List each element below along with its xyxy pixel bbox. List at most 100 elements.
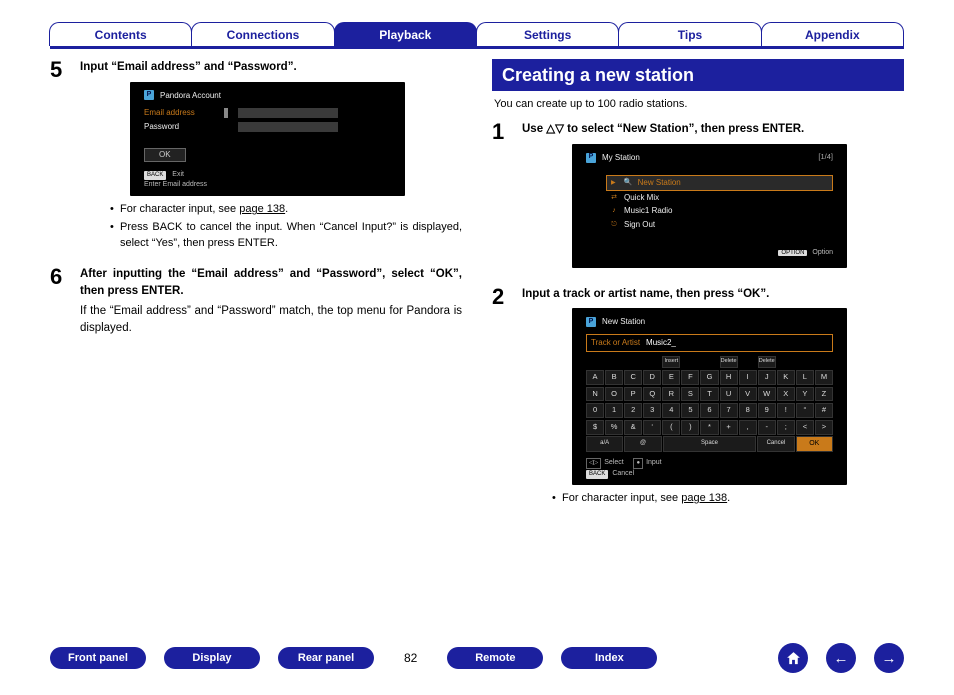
key-ok: OK [796, 436, 833, 452]
arrow-left-icon: ← [834, 650, 849, 667]
key-H: H [720, 370, 738, 385]
key-7: 7 [720, 403, 738, 418]
key-aA: a/A [586, 436, 623, 452]
signout-icon: ⎋ [610, 220, 618, 230]
screen3-title: New Station [602, 316, 645, 328]
step-number: 6 [50, 266, 70, 337]
email-input-box [238, 108, 338, 118]
password-label: Password [144, 121, 214, 133]
section-intro: You can create up to 100 radio stations. [492, 97, 904, 113]
arrow-right-icon: → [882, 650, 897, 667]
key-R: R [662, 387, 680, 402]
key-6: 6 [700, 403, 718, 418]
key-U: U [720, 387, 738, 402]
step-6-head: After inputting the “Email address” and … [80, 266, 462, 299]
key-9: 9 [758, 403, 776, 418]
search-value: Music2_ [646, 337, 676, 349]
legend-cancel: Cancel [612, 470, 634, 477]
page-138-link[interactable]: page 138 [239, 203, 285, 215]
menu-item-new-station: 🔍New Station [606, 175, 833, 191]
key-Y: Y [796, 387, 814, 402]
key-;: ; [777, 420, 795, 435]
key-‘: ‘ [643, 420, 661, 435]
arrow-icon: ◁▷ [586, 458, 601, 469]
tab-connections[interactable]: Connections [191, 22, 334, 46]
key-%: % [605, 420, 623, 435]
step-number: 1 [492, 121, 512, 274]
password-input-box [238, 122, 338, 132]
key-L: L [796, 370, 814, 385]
pandora-icon: P [586, 153, 596, 163]
key-cancel: Cancel [757, 436, 794, 452]
tab-appendix[interactable]: Appendix [761, 22, 904, 46]
next-button[interactable]: → [874, 643, 904, 673]
key-A: A [586, 370, 604, 385]
prev-button[interactable]: ← [826, 643, 856, 673]
front-panel-button[interactable]: Front panel [50, 647, 146, 669]
menu-item-quick-mix: ⇄ Quick Mix [606, 191, 833, 205]
key-insert: Insert [662, 356, 680, 368]
step-6: 6 After inputting the “Email address” an… [50, 266, 462, 337]
home-button[interactable] [778, 643, 808, 673]
pandora-icon: P [586, 317, 596, 327]
index-button[interactable]: Index [561, 647, 657, 669]
pandora-account-screen: P Pandora Account Email address Password… [130, 82, 405, 197]
key-J: J [758, 370, 776, 385]
key-$: $ [586, 420, 604, 435]
tab-playback[interactable]: Playback [334, 22, 477, 46]
key-G: G [700, 370, 718, 385]
page-138-link[interactable]: page 138 [681, 492, 727, 504]
step-6-note: If the “Email address” and “Password” ma… [80, 303, 462, 336]
step-1: 1 Use △▽ to select “New Station”, then p… [492, 121, 904, 274]
option-tag: OPTION [778, 250, 807, 256]
tab-tips[interactable]: Tips [618, 22, 761, 46]
left-column: 5 Input “Email address” and “Password”. … [50, 59, 462, 521]
page-body: 5 Input “Email address” and “Password”. … [50, 59, 904, 521]
step-2-head: Input a track or artist name, then press… [522, 286, 847, 303]
key->: > [815, 420, 833, 435]
screen2-counter: [1/4] [818, 152, 833, 163]
key--: - [758, 420, 776, 435]
shuffle-icon: ⇄ [610, 193, 618, 203]
remote-button[interactable]: Remote [447, 647, 543, 669]
key-P: P [624, 387, 642, 402]
exit-label: Exit [172, 171, 184, 178]
key-O: O [605, 387, 623, 402]
mi-label: Music1 Radio [624, 205, 672, 217]
display-button[interactable]: Display [164, 647, 260, 669]
menu-item-sign-out: ⎋Sign Out [606, 218, 833, 232]
mi-label: Quick Mix [624, 192, 659, 204]
key-“: “ [796, 403, 814, 418]
key-+: + [720, 420, 738, 435]
back-tag: BACK [144, 171, 166, 180]
rear-panel-button[interactable]: Rear panel [278, 647, 374, 669]
footer: Front panel Display Rear panel 82 Remote… [50, 643, 904, 673]
back-tag: BACK [586, 470, 608, 479]
key-K: K [777, 370, 795, 385]
ok-button: OK [144, 148, 186, 162]
hint-label: Enter Email address [144, 181, 207, 188]
key-V: V [739, 387, 757, 402]
step5-bullet-2: Press BACK to cancel the input. When “Ca… [110, 220, 462, 252]
key-Z: Z [815, 387, 833, 402]
key-D: D [643, 370, 661, 385]
key-1: 1 [605, 403, 623, 418]
text-cursor [224, 108, 228, 118]
step-2: 2 Input a track or artist name, then pre… [492, 286, 904, 509]
key-2: 2 [624, 403, 642, 418]
tab-contents[interactable]: Contents [49, 22, 192, 46]
key-W: W [758, 387, 776, 402]
key-,: , [739, 420, 757, 435]
key-E: E [662, 370, 680, 385]
search-label: Track or Artist [591, 337, 640, 349]
legend-select: Select [604, 459, 623, 466]
key-5: 5 [681, 403, 699, 418]
bullet-text: For character input, see [562, 492, 681, 504]
key-T: T [700, 387, 718, 402]
key-#: # [815, 403, 833, 418]
key-delete: Delete [720, 356, 738, 368]
soft-keyboard: Insert Delete Delete [586, 356, 833, 368]
pandora-icon: P [144, 90, 154, 100]
top-tabs: Contents Connections Playback Settings T… [50, 22, 904, 49]
tab-settings[interactable]: Settings [476, 22, 619, 46]
